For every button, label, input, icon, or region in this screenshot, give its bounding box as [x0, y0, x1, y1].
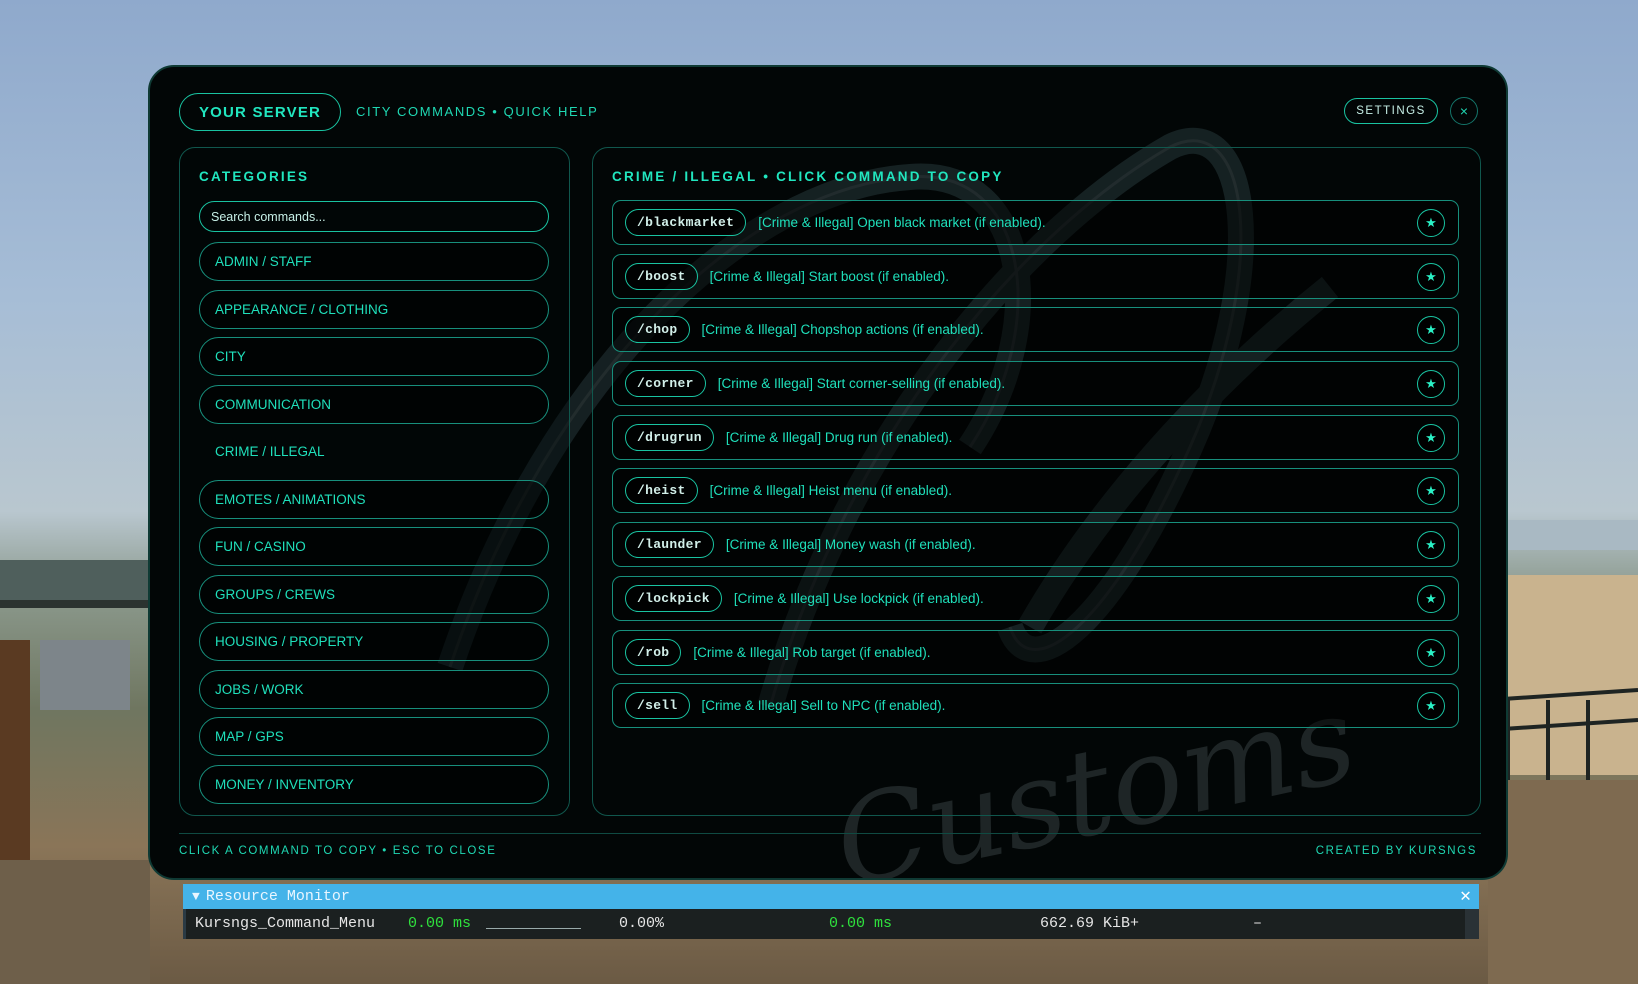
favorite-star-icon[interactable]: ★	[1417, 584, 1445, 613]
server-name-button[interactable]: YOUR SERVER	[179, 93, 341, 131]
command-chip[interactable]: /lockpick	[625, 584, 722, 612]
command-row[interactable]: /boost [Crime & Illegal] Start boost (if…	[612, 253, 1459, 299]
background-scenery-left	[0, 560, 150, 984]
favorite-star-icon[interactable]: ★	[1417, 209, 1445, 237]
category-jobs-work[interactable]: JOBS / WORK	[199, 669, 549, 709]
resource-monitor: ▼ Resource Monitor ✕ Kursngs_Command_Men…	[183, 884, 1479, 939]
command-description: [Crime & Illegal] Start corner-selling (…	[717, 376, 1006, 392]
resource-tick-ms: 0.00 ms	[829, 915, 893, 932]
category-list: ADMIN / STAFF APPEARANCE / CLOTHING CITY…	[199, 242, 549, 812]
category-communication[interactable]: COMMUNICATION	[199, 384, 549, 424]
footer-credit: CREATED BY KURSNGS	[1315, 845, 1477, 857]
command-chip[interactable]: /rob	[625, 638, 682, 666]
command-row[interactable]: /lockpick [Crime & Illegal] Use lockpick…	[612, 575, 1459, 621]
command-description: [Crime & Illegal] Sell to NPC (if enable…	[701, 698, 946, 714]
command-description: [Crime & Illegal] Drug run (if enabled).	[725, 429, 953, 445]
category-fun-casino[interactable]: FUN / CASINO	[199, 527, 549, 566]
favorite-star-icon[interactable]: ★	[1417, 638, 1445, 667]
categories-heading: CATEGORIES	[199, 169, 310, 184]
favorite-star-icon[interactable]: ★	[1417, 316, 1445, 345]
resource-cpu-percent: 0.00%	[619, 915, 665, 932]
close-icon[interactable]: ✕	[1460, 885, 1471, 907]
command-menu-window: Customs YOUR SERVER CITY COMMANDS • QUIC…	[148, 65, 1508, 880]
category-groups-crews[interactable]: GROUPS / CREWS	[199, 574, 549, 614]
category-city[interactable]: CITY	[199, 337, 549, 376]
command-row[interactable]: /launder [Crime & Illegal] Money wash (i…	[612, 522, 1459, 568]
resource-name: Kursngs_Command_Menu	[195, 915, 376, 932]
category-money-inventory[interactable]: MONEY / INVENTORY	[199, 764, 549, 804]
favorite-star-icon[interactable]: ★	[1417, 477, 1445, 506]
category-crime-illegal[interactable]: CRIME / ILLEGAL	[199, 432, 549, 471]
command-description: [Crime & Illegal] Heist menu (if enabled…	[709, 483, 952, 499]
command-row[interactable]: /rob [Crime & Illegal] Rob target (if en…	[612, 629, 1459, 675]
command-row[interactable]: /sell [Crime & Illegal] Sell to NPC (if …	[612, 683, 1459, 729]
resource-row: Kursngs_Command_Menu 0.00 ms 0.00% 0.00 …	[183, 909, 1479, 939]
resource-cpu-ms: 0.00 ms	[408, 915, 472, 932]
commands-heading: CRIME / ILLEGAL • CLICK COMMAND TO COPY	[612, 169, 1004, 184]
resource-cpu-graph	[486, 928, 581, 929]
command-chip[interactable]: /blackmarket	[625, 209, 747, 236]
category-housing-property[interactable]: HOUSING / PROPERTY	[199, 622, 549, 661]
search-input[interactable]	[199, 201, 549, 232]
command-chip[interactable]: /drugrun	[625, 423, 714, 451]
command-chip[interactable]: /chop	[625, 316, 690, 344]
footer-divider	[179, 833, 1481, 834]
command-chip[interactable]: /corner	[625, 370, 706, 398]
category-appearance-clothing[interactable]: APPEARANCE / CLOTHING	[199, 289, 549, 329]
resource-monitor-titlebar[interactable]: ▼ Resource Monitor ✕	[183, 884, 1479, 909]
command-description: [Crime & Illegal] Open black market (if …	[758, 215, 1046, 230]
categories-panel: CATEGORIES ADMIN / STAFF APPEARANCE / CL…	[179, 147, 570, 816]
command-description: [Crime & Illegal] Start boost (if enable…	[709, 268, 949, 284]
command-description: [Crime & Illegal] Chopshop actions (if e…	[701, 322, 984, 338]
command-chip[interactable]: /boost	[625, 262, 698, 290]
command-description: [Crime & Illegal] Use lockpick (if enabl…	[733, 590, 984, 606]
collapse-triangle-icon[interactable]: ▼	[192, 889, 200, 904]
command-chip[interactable]: /heist	[625, 477, 698, 505]
command-row[interactable]: /chop [Crime & Illegal] Chopshop actions…	[612, 307, 1459, 353]
favorite-star-icon[interactable]: ★	[1417, 692, 1445, 721]
footer-hint: CLICK A COMMAND TO COPY • ESC TO CLOSE	[179, 845, 497, 857]
settings-button[interactable]: SETTINGS	[1344, 98, 1438, 124]
resource-extra: –	[1253, 915, 1263, 932]
resource-memory: 662.69 KiB+	[1040, 915, 1140, 932]
resource-monitor-title: Resource Monitor	[205, 888, 350, 905]
commands-panel: CRIME / ILLEGAL • CLICK COMMAND TO COPY …	[592, 147, 1481, 816]
category-map-gps[interactable]: MAP / GPS	[199, 717, 549, 756]
command-row[interactable]: /heist [Crime & Illegal] Heist menu (if …	[612, 468, 1459, 514]
background-scenery-right	[1488, 520, 1638, 984]
command-row[interactable]: /blackmarket [Crime & Illegal] Open blac…	[612, 200, 1459, 245]
favorite-star-icon[interactable]: ★	[1417, 423, 1445, 452]
category-emotes-animations[interactable]: EMOTES / ANIMATIONS	[199, 479, 549, 519]
category-admin-staff[interactable]: ADMIN / STAFF	[199, 242, 549, 281]
command-row[interactable]: /corner [Crime & Illegal] Start corner-s…	[612, 361, 1459, 407]
favorite-star-icon[interactable]: ★	[1417, 370, 1445, 399]
menu-title: CITY COMMANDS • QUICK HELP	[356, 104, 599, 119]
command-chip[interactable]: /sell	[625, 692, 690, 720]
favorite-star-icon[interactable]: ★	[1417, 531, 1445, 560]
command-chip[interactable]: /launder	[625, 531, 714, 559]
close-icon[interactable]: ×	[1450, 97, 1478, 125]
favorite-star-icon[interactable]: ★	[1417, 262, 1445, 291]
command-list: /blackmarket [Crime & Illegal] Open blac…	[612, 200, 1459, 737]
command-description: [Crime & Illegal] Rob target (if enabled…	[693, 644, 931, 660]
command-row[interactable]: /drugrun [Crime & Illegal] Drug run (if …	[612, 414, 1459, 460]
command-description: [Crime & Illegal] Money wash (if enabled…	[725, 537, 976, 553]
